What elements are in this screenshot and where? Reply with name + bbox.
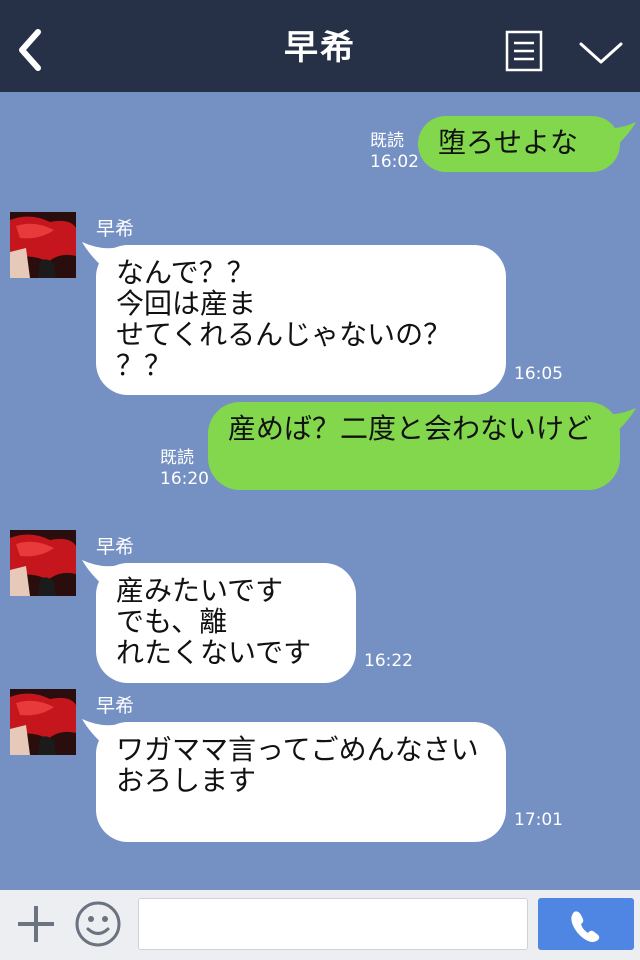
sent-message-bubble[interactable]: 産めば？二度と会わないけど	[208, 402, 620, 490]
chat-header: 早希	[0, 0, 640, 92]
avatar[interactable]	[10, 530, 76, 596]
read-label: 既読	[370, 131, 404, 151]
message-time: 16:02	[370, 152, 419, 172]
phone-icon	[571, 911, 600, 942]
smiley-icon[interactable]	[74, 900, 122, 948]
message-input[interactable]	[138, 898, 528, 950]
call-button[interactable]	[538, 898, 634, 950]
message-time: 16:20	[160, 469, 209, 489]
chevron-left-icon[interactable]	[14, 28, 50, 72]
chevron-down-icon[interactable]	[578, 38, 624, 68]
received-message-bubble[interactable]: 産みたいです でも、離 れたくないです	[96, 563, 356, 683]
sent-message-bubble[interactable]: 堕ろせよな	[418, 116, 620, 172]
sender-name: 早希	[96, 218, 135, 240]
message-time: 16:05	[514, 364, 563, 384]
message-time: 16:22	[364, 651, 413, 671]
sender-name: 早希	[96, 695, 135, 717]
message-read-status: 既読 16:20	[160, 448, 209, 490]
message-read-status: 既読 16:02	[370, 131, 419, 173]
message-time: 17:01	[514, 810, 563, 830]
received-message-bubble[interactable]: なんで？？ 今回は産ま せてくれるんじゃないの？ ？？	[96, 245, 506, 395]
chat-area[interactable]: 既読 16:02 堕ろせよな 早希 なんで？？ 今回は産ま せてくれるんじゃない…	[0, 92, 640, 890]
sender-name: 早希	[96, 536, 135, 558]
chat-title: 早希	[284, 28, 356, 68]
list-icon[interactable]	[505, 30, 543, 72]
received-message-bubble[interactable]: ワガママ言ってごめんなさい おろします	[96, 722, 506, 842]
plus-icon[interactable]	[16, 904, 56, 944]
avatar[interactable]	[10, 689, 76, 755]
avatar[interactable]	[10, 212, 76, 278]
read-label: 既読	[160, 448, 194, 468]
